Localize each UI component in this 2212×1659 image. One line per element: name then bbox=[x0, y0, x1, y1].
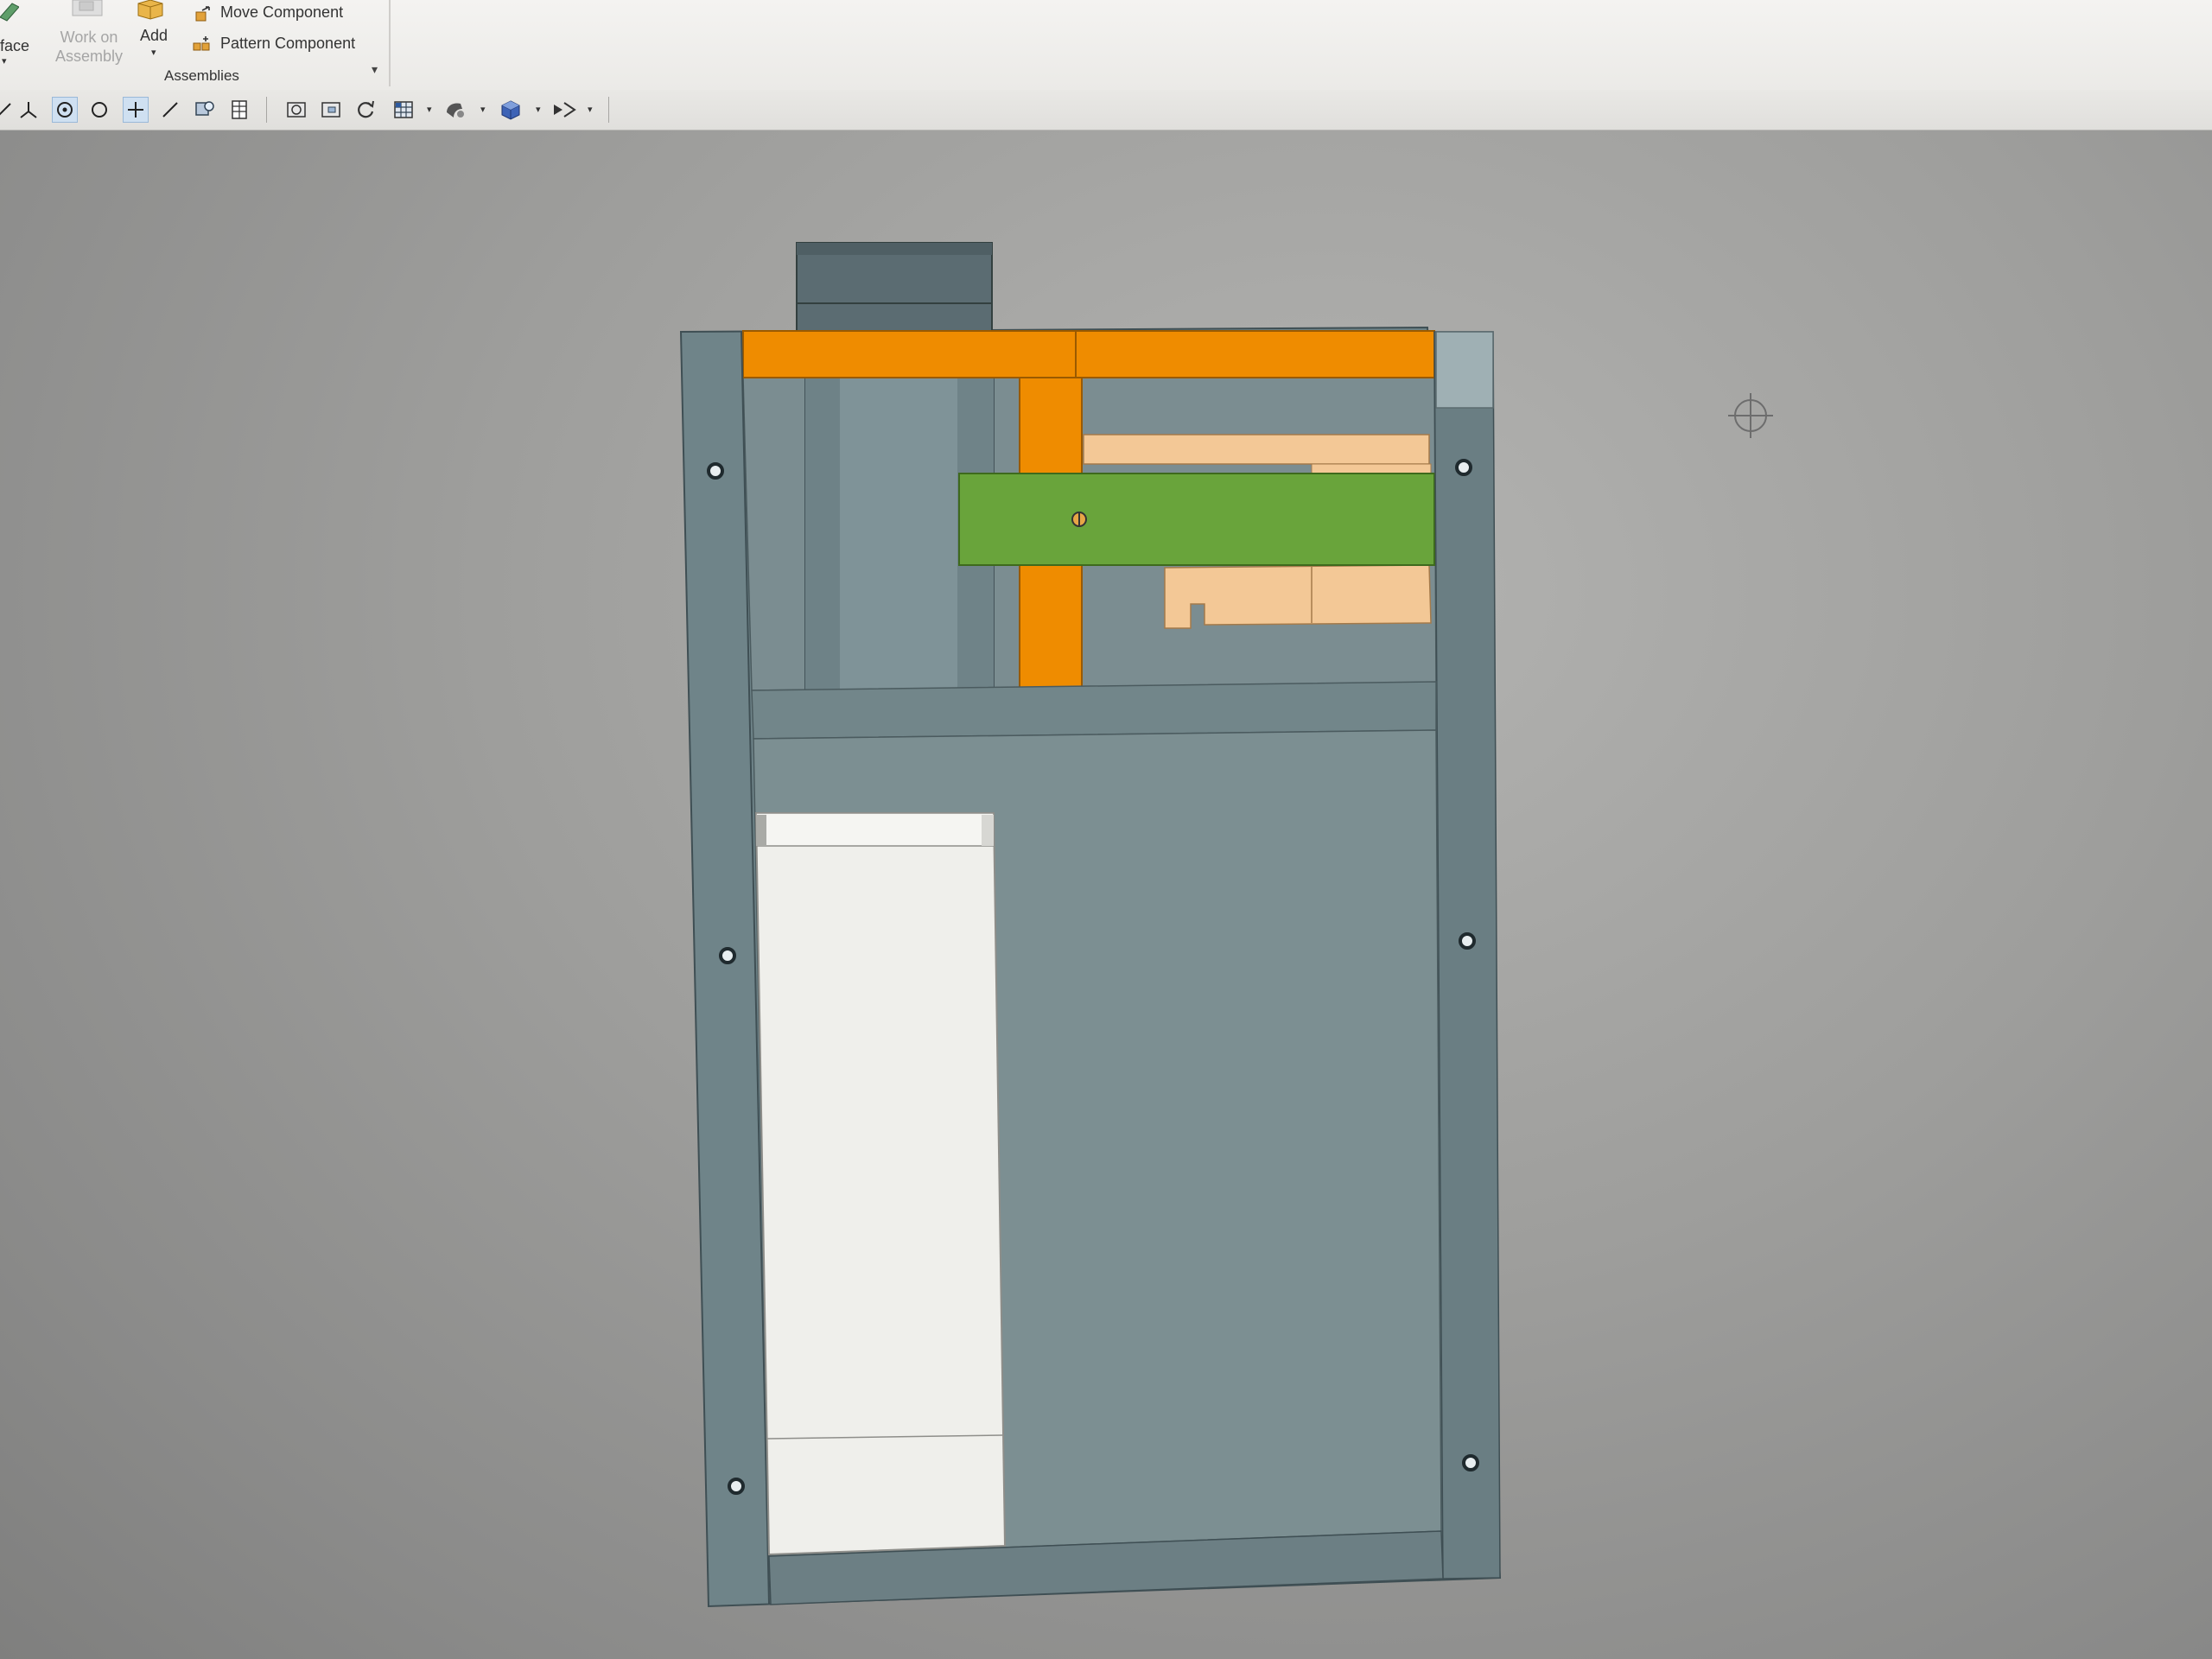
assembly-model[interactable] bbox=[0, 130, 2212, 1659]
mounting-hole bbox=[728, 1478, 745, 1495]
pattern-component-button[interactable]: Pattern Component bbox=[220, 34, 355, 53]
right-rail bbox=[1433, 331, 1501, 1580]
work-on-assembly-icon bbox=[72, 0, 103, 16]
circle-tool[interactable] bbox=[86, 97, 112, 123]
section-icon bbox=[554, 102, 576, 118]
render-style-icon bbox=[447, 103, 464, 118]
measure-tool[interactable] bbox=[192, 97, 218, 123]
line-icon bbox=[162, 102, 178, 118]
axis-icon bbox=[20, 102, 37, 118]
white-part bbox=[754, 812, 1007, 1556]
pattern-component-icon bbox=[193, 36, 210, 51]
display-cube-dropdown[interactable]: ▾ bbox=[536, 104, 541, 115]
view-grid-icon bbox=[394, 101, 413, 118]
view-grid-dropdown[interactable]: ▾ bbox=[427, 104, 432, 115]
3d-viewport[interactable] bbox=[0, 130, 2212, 1659]
corner-block bbox=[1435, 331, 1494, 409]
zoom-window-tool[interactable] bbox=[318, 97, 344, 123]
ribbon-group-divider bbox=[389, 0, 391, 86]
group-options-launcher[interactable]: ▾ bbox=[372, 62, 378, 77]
point-tool[interactable] bbox=[123, 97, 149, 123]
toolbar-separator bbox=[608, 97, 609, 123]
measure-icon bbox=[195, 101, 214, 116]
add-dropdown-arrow[interactable]: ▾ bbox=[151, 43, 156, 62]
snap-circle-tool[interactable] bbox=[52, 97, 78, 123]
cylinder-top bbox=[796, 242, 993, 333]
green-board bbox=[958, 473, 1435, 566]
mounting-hole bbox=[1459, 932, 1476, 950]
surface-dropdown-arrow[interactable]: ▾ bbox=[2, 52, 7, 71]
zoom-fit-icon bbox=[287, 102, 306, 118]
view-toolbar: ▾ ▾ ▾ ▾ bbox=[0, 90, 2212, 130]
crosshair-cursor-icon bbox=[1728, 393, 1773, 438]
orange-top-bar bbox=[742, 330, 1435, 378]
work-on-assembly-line2: Assembly bbox=[55, 48, 124, 65]
line-tool[interactable] bbox=[157, 97, 183, 123]
circle-icon bbox=[92, 102, 107, 118]
add-component-icon[interactable] bbox=[135, 0, 166, 21]
section-tool[interactable] bbox=[551, 97, 577, 123]
snap-circle-icon bbox=[57, 102, 73, 118]
zoom-fit-tool[interactable] bbox=[283, 97, 309, 123]
point-icon bbox=[128, 102, 143, 118]
mounting-hole bbox=[719, 947, 736, 964]
select-tool[interactable] bbox=[0, 97, 17, 123]
mounting-hole bbox=[1462, 1454, 1479, 1471]
mounting-hole bbox=[1455, 459, 1472, 476]
mounting-hole bbox=[707, 462, 724, 480]
rotate-icon bbox=[358, 100, 374, 118]
display-cube-icon bbox=[501, 100, 520, 120]
ribbon: face ▾ Work on Assembly Add ▾ Move Compo… bbox=[0, 0, 2212, 91]
middle-crossbar bbox=[751, 681, 1437, 740]
assemblies-group-caption: Assemblies bbox=[164, 67, 239, 84]
table-icon bbox=[232, 100, 247, 119]
section-dropdown[interactable]: ▾ bbox=[588, 104, 593, 115]
add-button-label[interactable]: Add bbox=[140, 26, 168, 45]
work-on-assembly-button[interactable]: Work on Assembly bbox=[55, 28, 123, 66]
rotate-tool[interactable] bbox=[353, 97, 378, 123]
toolbar-separator bbox=[266, 97, 267, 123]
surface-icon[interactable] bbox=[0, 0, 19, 22]
select-icon bbox=[0, 103, 11, 116]
zoom-window-icon bbox=[321, 102, 340, 118]
table-tool[interactable] bbox=[226, 97, 252, 123]
move-component-button[interactable]: Move Component bbox=[220, 3, 343, 22]
work-on-assembly-line1: Work on bbox=[60, 29, 118, 46]
render-style-tool[interactable] bbox=[442, 97, 468, 123]
move-component-icon bbox=[195, 6, 210, 22]
display-cube-tool[interactable] bbox=[498, 97, 524, 123]
render-style-dropdown[interactable]: ▾ bbox=[480, 104, 486, 115]
axis-tool[interactable] bbox=[16, 97, 41, 123]
peach-strip bbox=[1083, 434, 1430, 465]
view-grid-tool[interactable] bbox=[391, 97, 416, 123]
peach-block bbox=[1164, 564, 1432, 629]
